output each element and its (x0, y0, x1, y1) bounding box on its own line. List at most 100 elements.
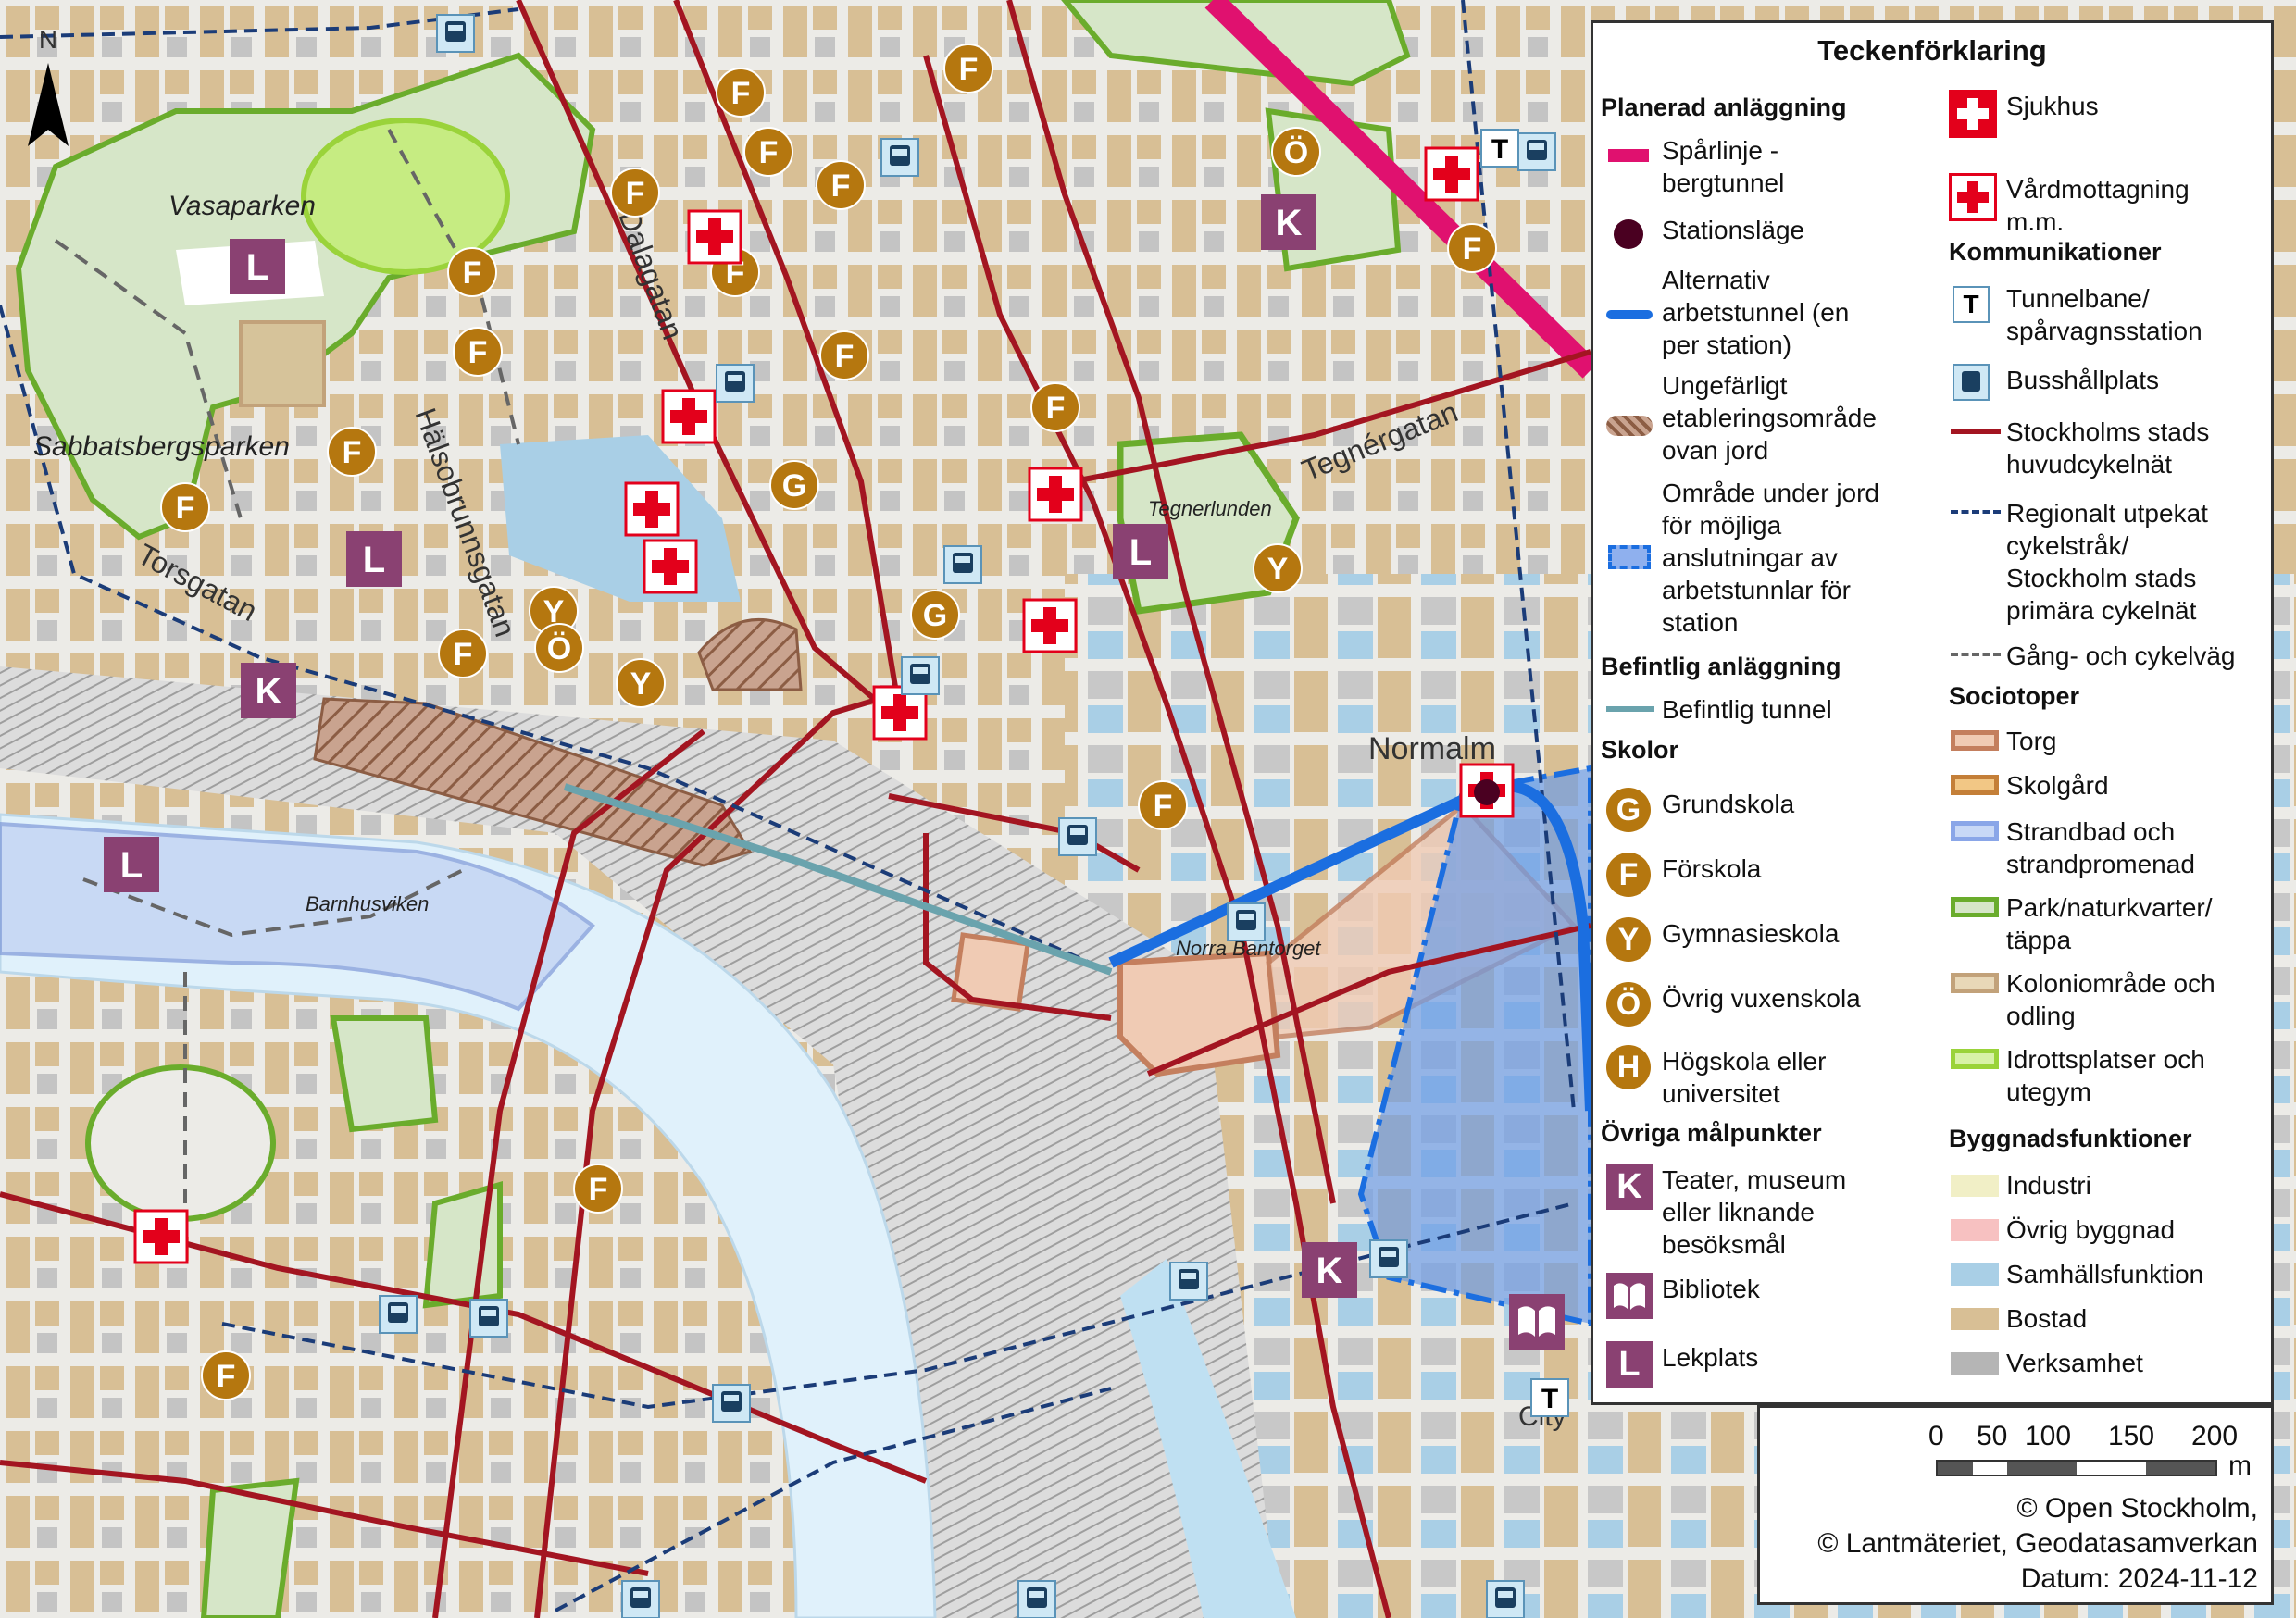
school-marker[interactable]: F (819, 330, 869, 380)
legend-item-communication-symbol (1949, 497, 2006, 545)
legend-label: Sjukhus (2006, 92, 2099, 120)
legend-item-poi: K Teater, museum eller liknande besöksmål (1604, 1164, 1846, 1261)
poi-marker[interactable]: K (1302, 1242, 1357, 1298)
bus-stop-icon[interactable] (621, 1580, 660, 1618)
legend-item-school-symbol: G (1604, 788, 1662, 836)
bus-stop-icon[interactable] (1058, 817, 1097, 856)
school-marker[interactable]: Y (1253, 543, 1303, 593)
poi-marker[interactable]: L (230, 239, 285, 294)
legend-label: Koloniområde och odling (2006, 969, 2215, 1030)
legend-label: Regionalt utpekat cykelstråk/ Stockholm … (2006, 499, 2208, 625)
bus-stop-icon[interactable] (716, 364, 755, 403)
school-marker[interactable]: F (1030, 382, 1080, 432)
legend-item-rail-line: Spårlinje - bergtunnel (1604, 134, 1784, 199)
bus-stop-icon[interactable] (880, 138, 919, 177)
library-book-icon[interactable] (1509, 1294, 1565, 1350)
poi-marker[interactable]: K (1261, 194, 1316, 250)
svg-text:K: K (1316, 1251, 1343, 1291)
school-marker[interactable]: G (769, 460, 819, 510)
metro-t-icon[interactable]: T (1530, 1378, 1569, 1417)
legend-item-sociotope-symbol (1949, 967, 2006, 1015)
hospital-cross-icon[interactable] (661, 389, 717, 444)
bus-stop-icon[interactable] (1517, 132, 1556, 171)
svg-text:F: F (343, 435, 362, 470)
legend-existing-heading: Befintlig anläggning (1601, 653, 1841, 680)
bus-stop-icon[interactable] (1486, 1580, 1525, 1618)
school-marker[interactable]: F (573, 1164, 623, 1214)
poi-marker[interactable]: L (346, 531, 402, 587)
legend-label: Stockholms stads huvudcykelnät (2006, 417, 2210, 479)
hospital-cross-icon[interactable] (624, 481, 680, 537)
bus-stop-icon[interactable] (1169, 1262, 1208, 1301)
scale-tick-label: 0 (1928, 1421, 1944, 1451)
legend-item-school-symbol: H (1604, 1045, 1662, 1093)
hospital-cross-icon[interactable] (687, 209, 742, 265)
bus-stop-icon[interactable] (436, 14, 475, 53)
scale-tick-label: 100 (2025, 1421, 2072, 1451)
school-marker[interactable]: F (1447, 223, 1497, 273)
legend-item-school: H Högskola eller universitet (1604, 1045, 1826, 1110)
bus-stop-icon[interactable] (943, 545, 982, 584)
legend-item-poi-symbol (1604, 1273, 1662, 1321)
legend-item-communication: Gång- och cykelväg (1949, 640, 2235, 688)
school-marker[interactable]: F (743, 127, 793, 177)
legend-label: Övrig vuxenskola (1662, 984, 1861, 1013)
school-marker[interactable]: F (816, 160, 866, 210)
svg-text:Ö: Ö (1284, 135, 1308, 170)
hospital-cross-icon[interactable] (643, 539, 698, 594)
school-marker[interactable]: F (438, 629, 488, 678)
legend-item-school: Ö Övrig vuxenskola (1604, 982, 1861, 1030)
legend-item-health: Vårdmottagning m.m. (1949, 173, 2190, 238)
legend-item-sociotope: Idrottsplatser och utegym (1949, 1043, 2205, 1108)
hospital-cross-icon[interactable] (1424, 146, 1479, 202)
school-marker[interactable]: Ö (1271, 127, 1321, 177)
legend-item-school: G Grundskola (1604, 788, 1794, 836)
bus-stop-icon[interactable] (1227, 902, 1266, 941)
legend-item-building: Övrig byggnad (1949, 1214, 2175, 1262)
station-dot-icon[interactable] (1474, 779, 1500, 805)
legend-label: Samhällsfunktion (2006, 1260, 2204, 1288)
hospital-cross-icon[interactable] (1028, 467, 1083, 522)
school-marker[interactable]: F (453, 327, 503, 377)
svg-text:L: L (363, 540, 385, 580)
svg-text:T: T (1541, 1384, 1558, 1414)
place-vasaparken: Vasaparken (168, 191, 316, 221)
poi-marker[interactable]: K (241, 663, 296, 718)
school-marker[interactable]: F (943, 44, 993, 93)
metro-t-icon[interactable]: T (1480, 129, 1519, 168)
torg-small (951, 932, 1030, 1012)
legend-item-communication-symbol (1949, 416, 2006, 464)
school-marker[interactable]: F (327, 427, 377, 477)
legend-label: Teater, museum eller liknande besöksmål (1662, 1165, 1847, 1259)
bus-stop-icon[interactable] (469, 1299, 508, 1338)
school-marker[interactable]: G (910, 590, 960, 640)
bus-stop-icon[interactable] (379, 1295, 418, 1334)
svg-text:K: K (256, 671, 282, 712)
school-marker[interactable]: Y (616, 658, 666, 708)
school-marker[interactable]: Ö (534, 623, 584, 673)
existing-tunnel-swatch (1604, 693, 1662, 741)
underground-area-swatch (1604, 477, 1662, 569)
school-marker[interactable]: F (1138, 780, 1188, 830)
hospital-cross-icon[interactable] (1022, 598, 1078, 653)
school-marker[interactable]: F (610, 168, 660, 218)
poi-marker[interactable]: L (1113, 524, 1168, 579)
school-marker[interactable]: F (716, 68, 766, 118)
poi-marker[interactable]: L (104, 837, 159, 892)
scale-and-credits: 0 50 100 150 200 m © Open Stockholm, © Lantm… (1757, 1405, 2274, 1605)
school-marker[interactable]: F (201, 1350, 251, 1400)
hospital-cross-icon[interactable] (133, 1209, 189, 1264)
place-tegnerlunden: Tegnerlunden (1148, 497, 1272, 520)
school-marker[interactable]: F (160, 482, 210, 532)
bus-stop-icon[interactable] (1369, 1239, 1408, 1278)
legend-other-heading: Övriga målpunkter (1601, 1119, 1822, 1147)
svg-text:F: F (626, 176, 645, 211)
legend-item-school: F Förskola (1604, 853, 1761, 901)
bus-stop-icon[interactable] (712, 1384, 751, 1423)
bus-stop-icon[interactable] (901, 656, 940, 695)
scale-tick-label: 150 (2108, 1421, 2155, 1451)
legend-title: Teckenförklaring (1817, 34, 2047, 67)
bus-stop-icon[interactable] (1017, 1580, 1056, 1618)
scale-tick-label: 50 (1977, 1421, 2008, 1451)
school-marker[interactable]: F (447, 247, 497, 297)
